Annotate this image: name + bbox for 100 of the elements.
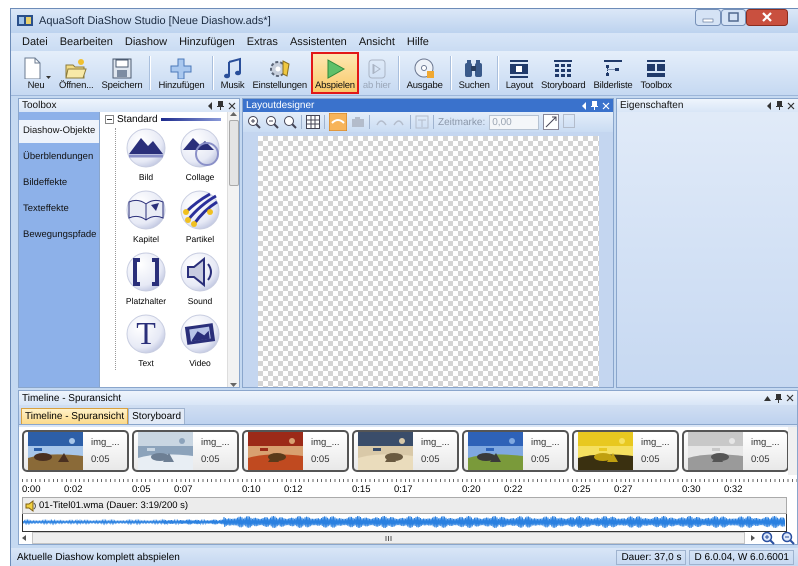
toolbox-item[interactable]: Sound	[174, 252, 226, 308]
toolbox-item[interactable]: Platzhalter	[120, 252, 172, 308]
toolbox-item[interactable]: Video	[174, 314, 226, 370]
close-icon[interactable]	[228, 102, 236, 110]
category-tab[interactable]: Texteffekte	[19, 198, 99, 222]
scrollbar[interactable]	[227, 112, 239, 388]
toolbar-button[interactable]: Layout	[502, 52, 538, 94]
pin-icon[interactable]	[217, 101, 224, 110]
zoom-in-icon[interactable]	[761, 531, 775, 546]
book-icon	[126, 190, 166, 230]
particles-icon	[180, 190, 220, 230]
time-label: 0:12	[284, 484, 302, 498]
toolbar-button[interactable]: Neu	[17, 52, 55, 94]
menu-item[interactable]: Datei	[16, 36, 54, 48]
toolbar-button[interactable]: Bilderliste	[590, 52, 636, 94]
zoom-fit-icon[interactable]	[283, 115, 297, 130]
zoom-out-icon[interactable]	[781, 531, 795, 546]
clip-name: img_...	[311, 437, 340, 448]
toolbox-item[interactable]: Bild	[120, 128, 172, 184]
toolbox-item[interactable]: T Text	[120, 314, 172, 370]
close-icon[interactable]	[787, 102, 795, 110]
toolbar-button[interactable]: Abspielen	[310, 52, 359, 94]
plus-icon	[169, 57, 194, 80]
collapse-icon[interactable]	[764, 396, 771, 401]
collapse-icon[interactable]	[105, 115, 114, 124]
window-title: AquaSoft DiaShow Studio [Neue Diashow.ads*]	[39, 14, 272, 27]
timeline-clip[interactable]: img_... 0:05	[242, 430, 349, 472]
zoom-in-icon[interactable]	[247, 115, 261, 130]
clip-name: img_...	[751, 437, 780, 448]
disc-icon	[412, 57, 437, 80]
clip-duration: 0:05	[751, 454, 770, 466]
text-glyph: T	[136, 319, 156, 348]
menu-item[interactable]: Hilfe	[400, 36, 435, 48]
scrollbar[interactable]	[32, 532, 745, 544]
scroll-left-icon[interactable]	[22, 535, 26, 542]
pin-icon[interactable]	[775, 394, 782, 403]
time-label: 0:25	[572, 484, 592, 498]
mountains-icon	[180, 128, 220, 168]
clip-name: img_...	[641, 437, 670, 448]
toolbar-button[interactable]: Suchen	[454, 52, 494, 94]
category-tab[interactable]: Überblendungen	[19, 146, 99, 170]
zoom-out-icon[interactable]	[265, 115, 279, 130]
time-label: Zeitmarke:	[438, 116, 486, 128]
toolbar-button[interactable]: Hinzufügen	[154, 52, 209, 94]
view-tab[interactable]: Storyboard	[128, 408, 186, 424]
menu-item[interactable]: Diashow	[118, 36, 174, 48]
time-label: 0:30	[682, 484, 702, 498]
clip-duration: 0:05	[311, 454, 330, 466]
timeline-clip[interactable]: img_... 0:05	[682, 430, 789, 472]
timeline-clip[interactable]: img_... 0:05	[22, 430, 129, 472]
timeline-clip[interactable]: img_... 0:05	[352, 430, 459, 472]
caret-icon	[46, 76, 51, 80]
clip-duration: 0:05	[421, 454, 440, 466]
close-icon[interactable]	[746, 9, 788, 26]
menu-item[interactable]: Hinzufügen	[173, 36, 241, 48]
toolbar-button[interactable]: Storyboard	[537, 52, 590, 94]
category-tab[interactable]: Bewegungspfade	[19, 224, 99, 248]
toolbox-item[interactable]: Kapitel	[120, 190, 172, 246]
menu-item[interactable]: Assistenten	[284, 36, 353, 48]
panel-title: Layoutdesigner	[246, 100, 314, 112]
menu-item[interactable]: Bearbeiten	[54, 36, 119, 48]
category-tab[interactable]: Diashow-Objekte	[19, 120, 99, 144]
toolbar-button[interactable]: Toolbox	[636, 52, 676, 94]
view-tab[interactable]: Timeline - Spuransicht	[21, 408, 128, 424]
scroll-thumb[interactable]	[228, 120, 238, 186]
status-field: Dauer: 37,0 s	[616, 550, 686, 566]
clip-name: img_...	[91, 437, 120, 448]
time-label: 0:20	[462, 484, 482, 498]
scroll-right-icon[interactable]	[751, 535, 755, 542]
timeline-clip[interactable]: img_... 0:05	[132, 430, 239, 472]
timeline-clip[interactable]: img_... 0:05	[572, 430, 679, 472]
clip-name: img_...	[201, 437, 230, 448]
pin-icon[interactable]	[776, 101, 783, 110]
toolbar-button[interactable]: Musik	[216, 52, 249, 94]
menu-item[interactable]: Ansicht	[352, 36, 401, 48]
category-tab[interactable]: Bildeffekte	[19, 172, 99, 196]
toolbox-item[interactable]: Partikel	[174, 190, 226, 246]
scrollbar[interactable]	[788, 427, 797, 476]
toolbar-button[interactable]: Öffnen...	[55, 52, 98, 94]
pane-menu-icon[interactable]	[207, 102, 213, 110]
timeline-clip[interactable]: img_... 0:05	[462, 430, 569, 472]
pane-menu-icon[interactable]	[766, 102, 772, 110]
minimize-icon[interactable]	[695, 9, 721, 26]
close-icon[interactable]	[786, 394, 794, 402]
film-icon	[180, 314, 220, 354]
snap-icon[interactable]	[329, 113, 347, 132]
toolbar-button[interactable]: Einstellungen	[248, 52, 311, 94]
menu-item[interactable]: Extras	[240, 36, 284, 48]
toolbar-button[interactable]: Speichern	[97, 52, 146, 94]
time-label: 0:32	[724, 484, 742, 498]
clip-duration: 0:05	[91, 454, 110, 466]
time-label: 0:07	[174, 484, 192, 498]
audio-track-label: 01-Titel01.wma (Dauer: 3:19/200 s)	[39, 500, 188, 512]
clip-duration: 0:05	[201, 454, 220, 466]
toolbar-button[interactable]: Ausgabe	[402, 52, 447, 94]
time-label: 0:17	[394, 484, 412, 498]
toolbox-item[interactable]: Collage	[174, 128, 226, 184]
keyframe-icon[interactable]	[543, 114, 560, 130]
grid-icon[interactable]	[306, 115, 320, 130]
maximize-icon[interactable]	[721, 9, 746, 26]
